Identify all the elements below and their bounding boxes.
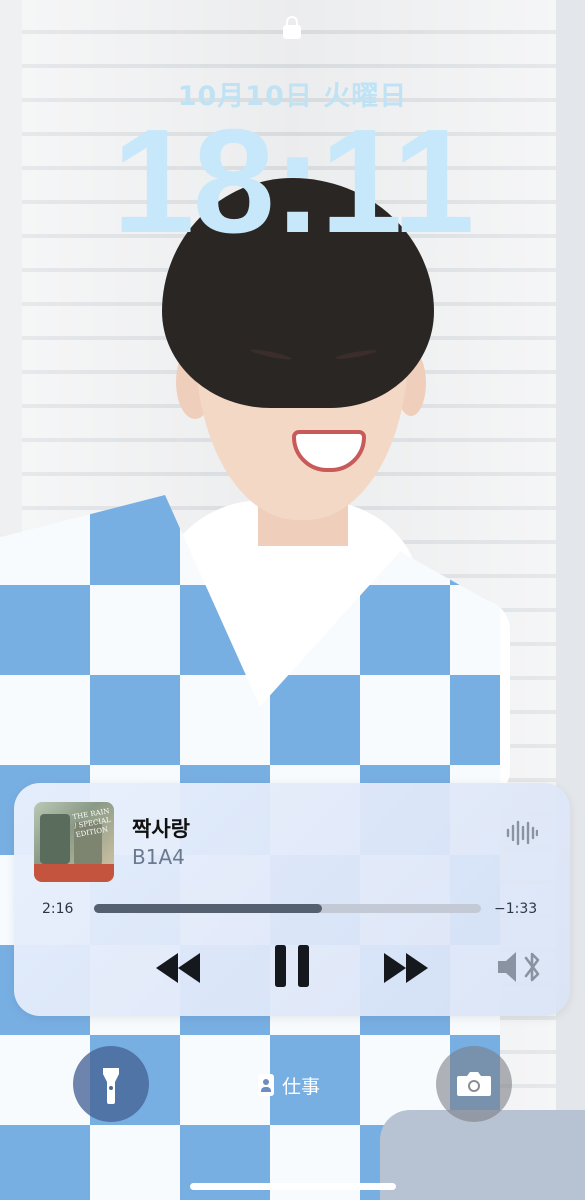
- audio-waveform-icon[interactable]: [506, 819, 538, 847]
- flashlight-button[interactable]: [73, 1046, 149, 1122]
- home-indicator[interactable]: [190, 1183, 396, 1190]
- lock-icon: [283, 16, 301, 40]
- lock-clock: 18:11: [112, 99, 474, 264]
- album-art-text: THE RAIN / SPECIAL EDITION: [71, 807, 112, 840]
- elapsed-time: 2:16: [42, 901, 74, 917]
- rewind-icon[interactable]: [154, 951, 202, 985]
- pause-icon[interactable]: [272, 943, 312, 989]
- camera-button[interactable]: [436, 1046, 512, 1122]
- playback-scrubber[interactable]: [94, 904, 481, 913]
- flashlight-icon: [103, 1068, 119, 1104]
- now-playing-widget[interactable]: THE RAIN / SPECIAL EDITION 짝사랑 B1A4 2:16…: [14, 783, 570, 1016]
- album-art[interactable]: THE RAIN / SPECIAL EDITION: [34, 802, 114, 882]
- song-artist: B1A4: [132, 845, 185, 869]
- playback-progress-fill: [94, 904, 323, 913]
- lock-body: [283, 25, 301, 39]
- fast-forward-icon[interactable]: [382, 951, 430, 985]
- id-badge-icon: [258, 1074, 274, 1096]
- focus-mode-indicator[interactable]: 仕事: [258, 1072, 320, 1098]
- song-title: 짝사랑: [132, 817, 190, 841]
- album-art-band: [34, 864, 114, 882]
- speaker-bluetooth-icon[interactable]: [496, 947, 546, 987]
- remaining-time: −1:33: [494, 901, 538, 917]
- camera-icon: [457, 1072, 491, 1096]
- focus-mode-label: 仕事: [282, 1075, 321, 1098]
- album-art-figure: [40, 814, 70, 864]
- jeans: [380, 1110, 585, 1200]
